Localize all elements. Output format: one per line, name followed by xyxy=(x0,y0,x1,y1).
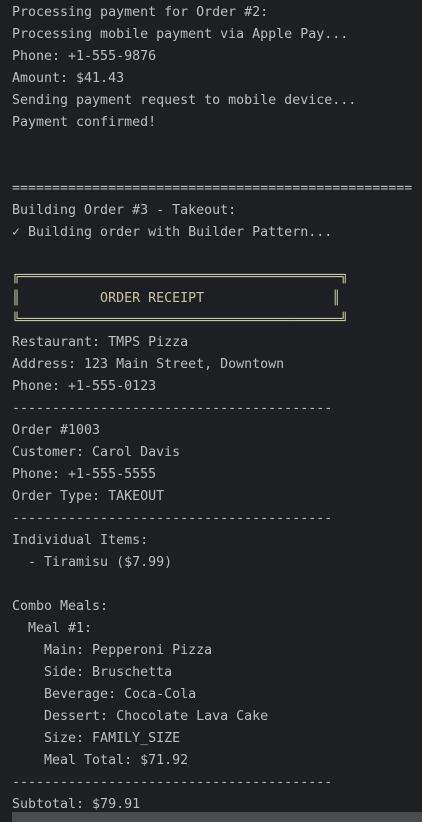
console-line: ---------------------------------------- xyxy=(12,775,333,790)
receipt-header-box: ╚═══════════════════════════════════════… xyxy=(12,313,349,328)
receipt-header-box: ║ ORDER RECEIPT ║ xyxy=(12,291,341,306)
console-line: Combo Meals: xyxy=(12,599,109,614)
console-line: Order #1003 xyxy=(12,423,101,438)
console-line: Restaurant: TMPS Pizza xyxy=(12,335,189,350)
console-line: ---------------------------------------- xyxy=(12,511,333,526)
console-line: Individual Items: xyxy=(12,533,149,548)
console-output: Processing payment for Order #2: Processi… xyxy=(12,2,412,816)
console-line: Side: Bruschetta xyxy=(12,665,173,680)
receipt-header-box: ╔═══════════════════════════════════════… xyxy=(12,269,349,284)
console-line: Sending payment request to mobile device… xyxy=(12,93,357,108)
console-line: Building Order #3 - Takeout: xyxy=(12,203,237,218)
console-line: ========================================… xyxy=(12,181,413,196)
console-line: Size: FAMILY_SIZE xyxy=(12,731,181,746)
console-line: Phone: +1-555-9876 xyxy=(12,49,157,64)
console-line: ✓ Building order with Builder Pattern... xyxy=(12,225,333,240)
console-line: Address: 123 Main Street, Downtown xyxy=(12,357,285,372)
console-line: Phone: +1-555-0123 xyxy=(12,379,157,394)
console-line: Meal Total: $71.92 xyxy=(12,753,189,768)
console-line: Processing mobile payment via Apple Pay.… xyxy=(12,27,349,42)
console-line: Dessert: Chocolate Lava Cake xyxy=(12,709,269,724)
console-line: Meal #1: xyxy=(12,621,93,636)
console-line: Customer: Carol Davis xyxy=(12,445,181,460)
console-line: Beverage: Coca-Cola xyxy=(12,687,197,702)
horizontal-scrollbar[interactable] xyxy=(12,812,422,822)
console-line: ---------------------------------------- xyxy=(12,401,333,416)
console-line: Amount: $41.43 xyxy=(12,71,125,86)
console-line: - Tiramisu ($7.99) xyxy=(12,555,173,570)
console-line: Main: Pepperoni Pizza xyxy=(12,643,213,658)
console-line: Processing payment for Order #2: xyxy=(12,5,269,20)
console-line: Phone: +1-555-5555 xyxy=(12,467,157,482)
console-line: Order Type: TAKEOUT xyxy=(12,489,165,504)
console-line: Payment confirmed! xyxy=(12,115,157,130)
